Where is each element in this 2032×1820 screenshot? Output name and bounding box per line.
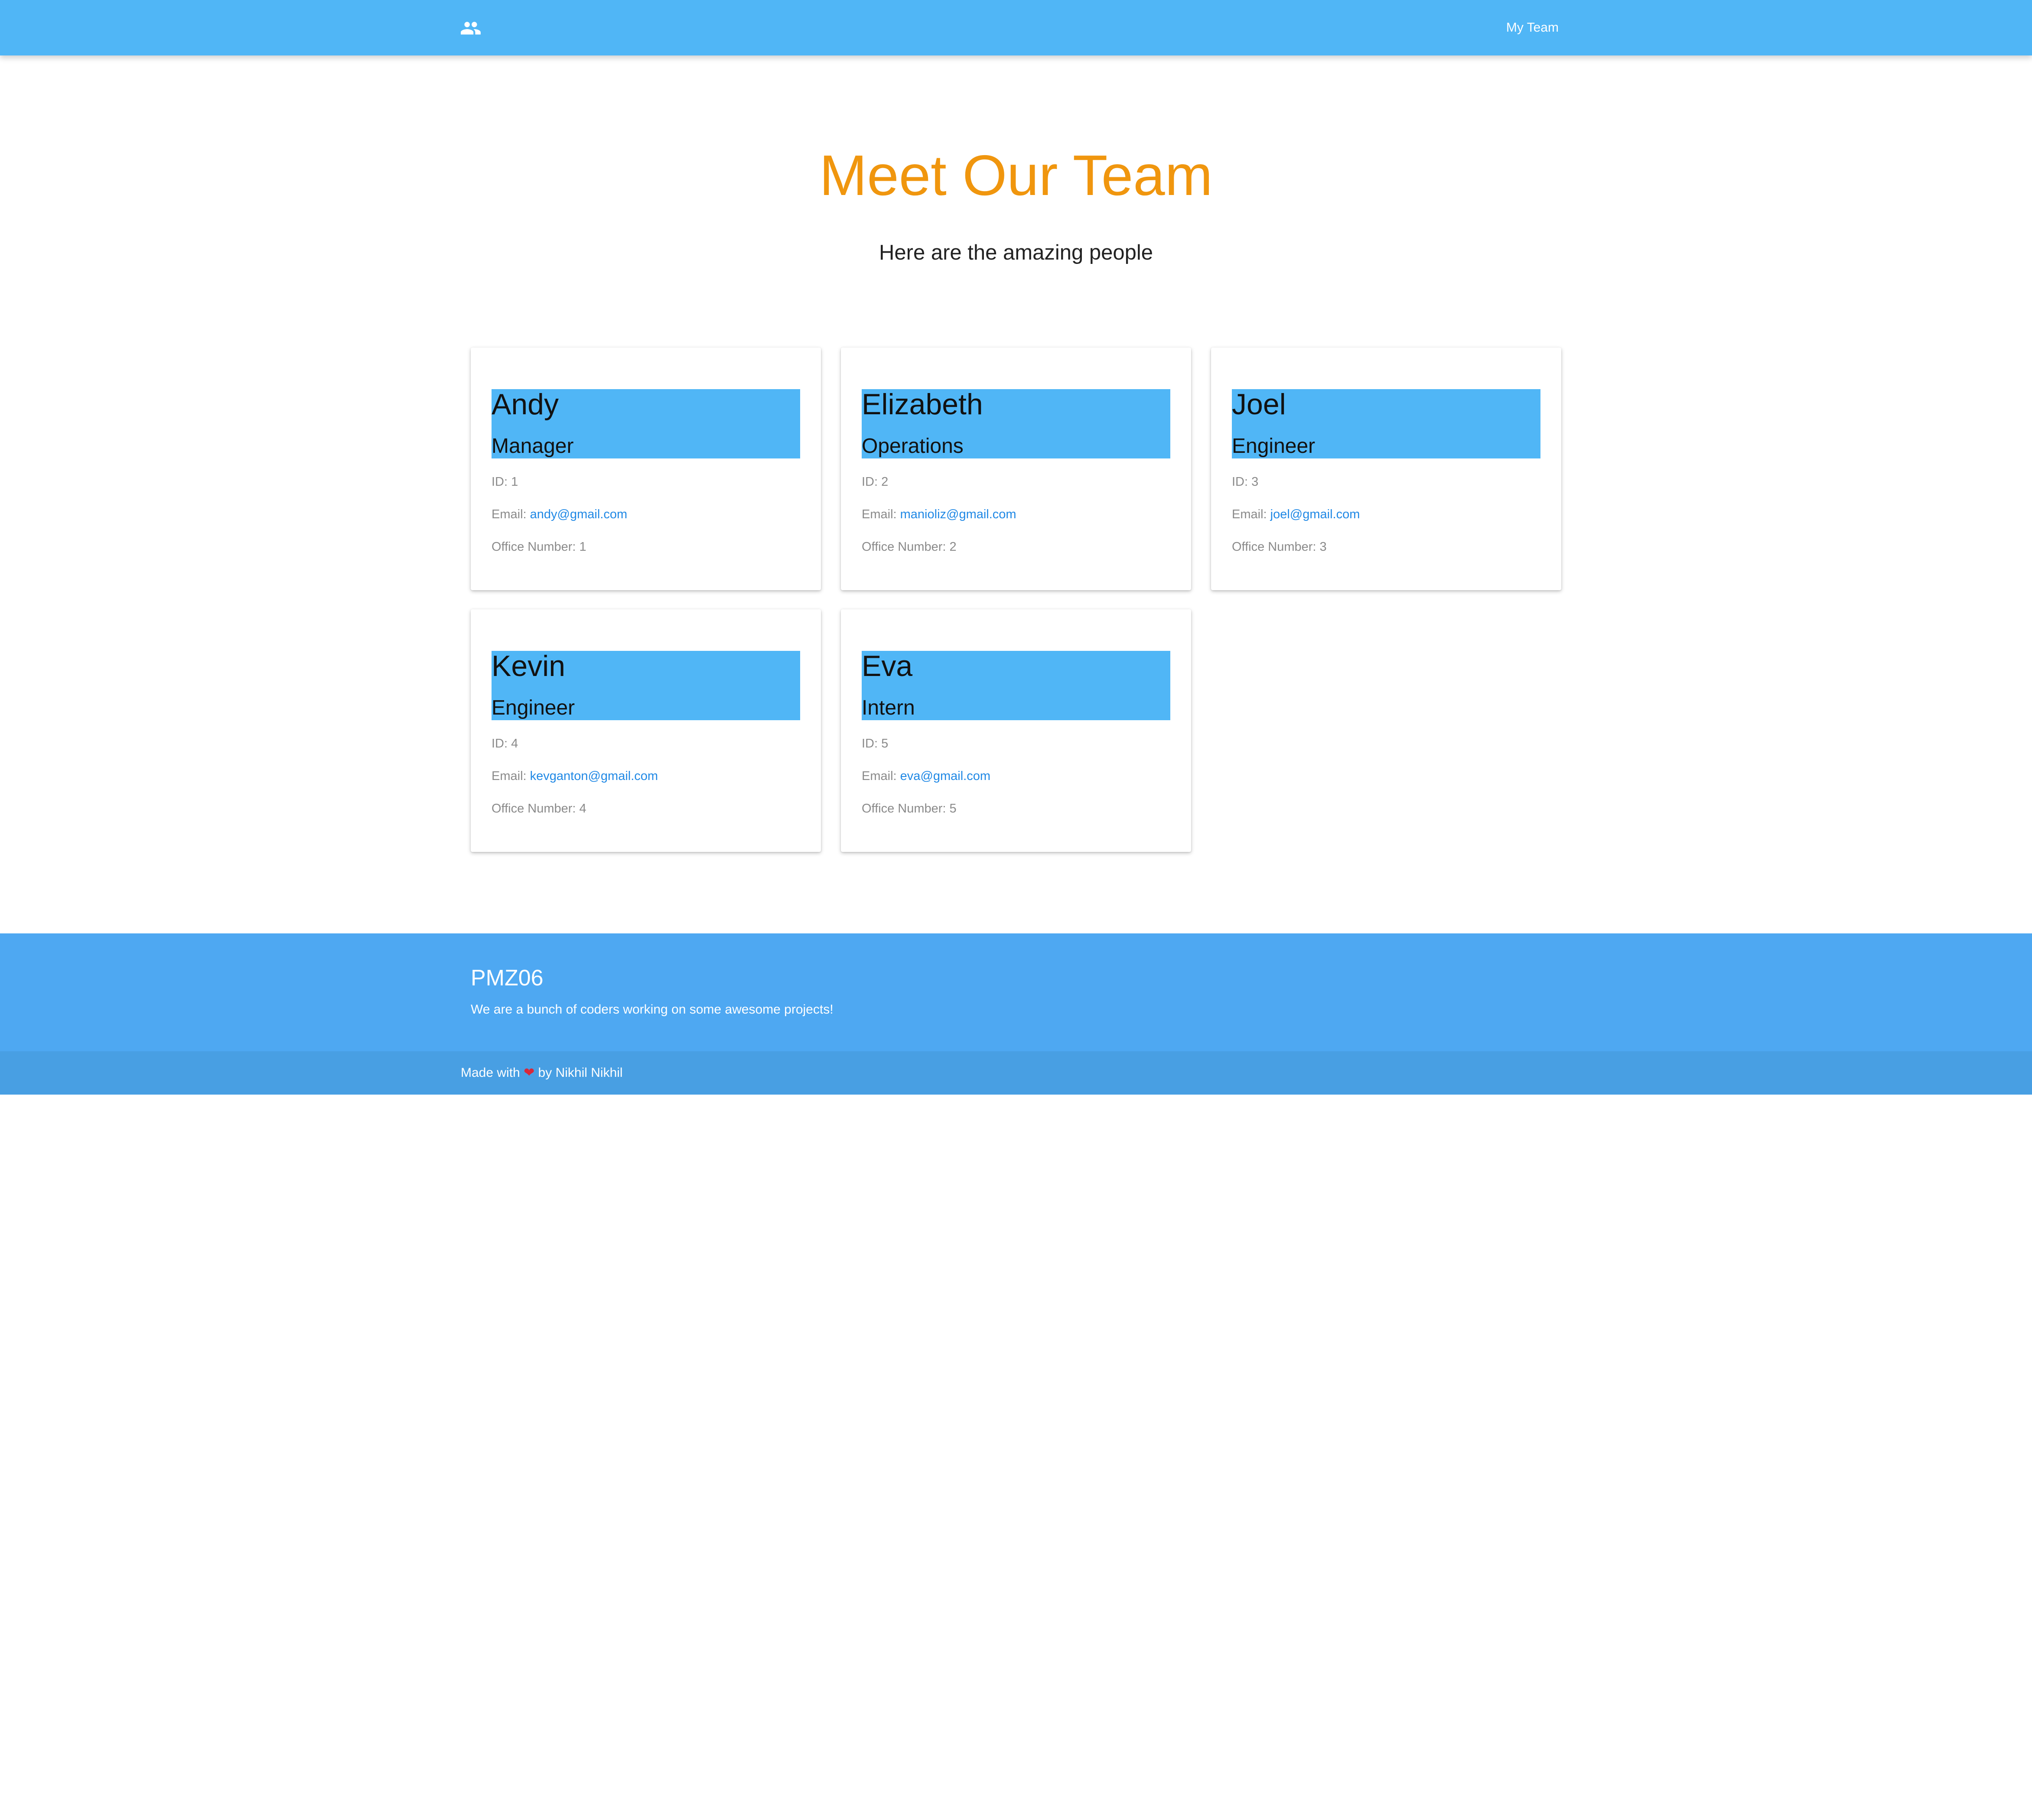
footer-title: PMZ06 xyxy=(471,965,544,991)
team-member-card: Kevin Engineer ID: 4 Email: kevganton@gm… xyxy=(471,609,821,852)
member-id: ID: 5 xyxy=(862,737,889,751)
member-office-number: Office Number: 3 xyxy=(1232,540,1327,554)
people-icon[interactable] xyxy=(460,17,482,39)
email-label: Email: xyxy=(1232,507,1270,521)
member-office-number: Office Number: 5 xyxy=(862,802,957,816)
member-email-link[interactable]: kevganton@gmail.com xyxy=(530,769,658,783)
member-role: Intern xyxy=(862,696,915,719)
member-email-line: Email: andy@gmail.com xyxy=(492,506,627,523)
member-email-link[interactable]: manioliz@gmail.com xyxy=(900,507,1016,521)
member-office-number: Office Number: 4 xyxy=(492,802,586,816)
card-header: Elizabeth Operations xyxy=(862,388,1170,458)
top-navbar: My Team xyxy=(0,0,2032,55)
member-email-line: Email: eva@gmail.com xyxy=(862,767,990,785)
member-email-line: Email: joel@gmail.com xyxy=(1232,506,1360,523)
member-role: Operations xyxy=(862,435,964,458)
page-title: Meet Our Team xyxy=(819,143,1213,207)
card-header: Eva Intern xyxy=(862,650,1170,720)
member-email-line: Email: manioliz@gmail.com xyxy=(862,506,1016,523)
member-email-link[interactable]: eva@gmail.com xyxy=(900,769,990,783)
page-subtitle: Here are the amazing people xyxy=(879,241,1153,264)
member-name: Joel xyxy=(1232,388,1286,421)
team-member-card: Elizabeth Operations ID: 2 Email: maniol… xyxy=(841,348,1191,590)
member-id: ID: 4 xyxy=(492,737,518,751)
member-role: Manager xyxy=(492,435,574,458)
email-label: Email: xyxy=(862,769,900,783)
made-with-prefix: Made with xyxy=(461,1066,524,1080)
member-name: Eva xyxy=(862,650,913,682)
member-id: ID: 2 xyxy=(862,475,889,489)
member-role: Engineer xyxy=(492,696,575,719)
made-with-credit: Made with ❤ by Nikhil Nikhil xyxy=(461,1064,623,1082)
team-member-card: Joel Engineer ID: 3 Email: joel@gmail.co… xyxy=(1211,348,1561,590)
heart-icon: ❤ xyxy=(524,1066,535,1080)
team-member-card: Eva Intern ID: 5 Email: eva@gmail.com Of… xyxy=(841,609,1191,852)
card-header: Kevin Engineer xyxy=(492,650,800,720)
nav-link-my-team[interactable]: My Team xyxy=(1506,19,1559,36)
footer-description: We are a bunch of coders working on some… xyxy=(471,1002,834,1017)
member-id: ID: 3 xyxy=(1232,475,1259,489)
member-role: Engineer xyxy=(1232,435,1316,458)
member-email-line: Email: kevganton@gmail.com xyxy=(492,767,658,785)
email-label: Email: xyxy=(492,507,530,521)
people-icon-svg xyxy=(461,22,481,35)
member-name: Andy xyxy=(492,388,559,421)
member-email-link[interactable]: andy@gmail.com xyxy=(530,507,627,521)
footer-copyright-bar: Made with ❤ by Nikhil Nikhil xyxy=(0,1051,2032,1095)
member-name: Elizabeth xyxy=(862,388,983,421)
page-footer: PMZ06 We are a bunch of coders working o… xyxy=(0,933,2032,1051)
made-with-author: by Nikhil Nikhil xyxy=(534,1066,623,1080)
member-office-number: Office Number: 1 xyxy=(492,540,586,554)
member-name: Kevin xyxy=(492,650,566,682)
team-member-card: Andy Manager ID: 1 Email: andy@gmail.com… xyxy=(471,348,821,590)
member-id: ID: 1 xyxy=(492,475,518,489)
email-label: Email: xyxy=(492,769,530,783)
member-email-link[interactable]: joel@gmail.com xyxy=(1270,507,1360,521)
email-label: Email: xyxy=(862,507,900,521)
card-header: Joel Engineer xyxy=(1232,388,1540,458)
card-header: Andy Manager xyxy=(492,388,800,458)
member-office-number: Office Number: 2 xyxy=(862,540,957,554)
